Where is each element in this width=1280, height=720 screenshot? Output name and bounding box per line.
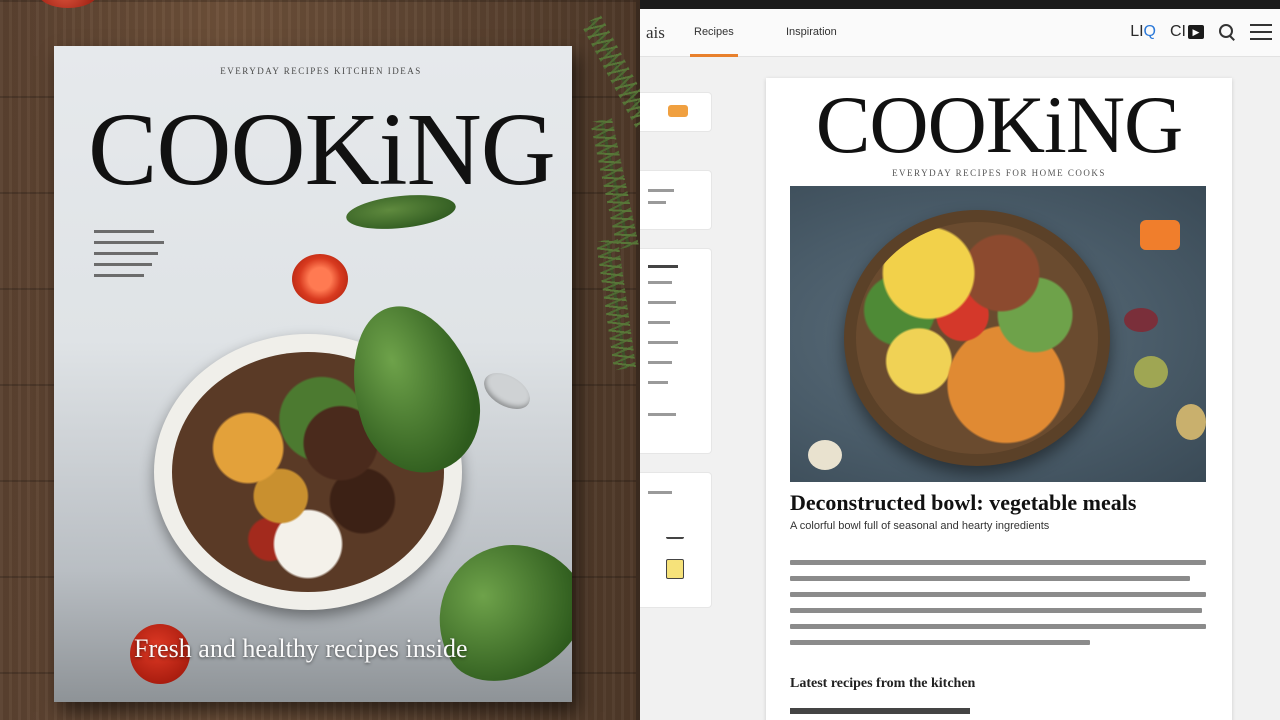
- body-text-line: [790, 576, 1190, 581]
- magazine-caption: Fresh and healthy recipes inside: [134, 634, 468, 663]
- body-text-line: [790, 608, 1202, 613]
- article-subheadline: A colorful bowl full of seasonal and hea…: [790, 520, 1050, 532]
- body-text-line: [790, 640, 1090, 645]
- magazine-title: COOKiNG: [88, 92, 556, 207]
- tab-inspiration[interactable]: Inspiration: [786, 26, 837, 38]
- window-top-bar: [640, 0, 1280, 9]
- tab-recipes[interactable]: Recipes: [690, 26, 738, 57]
- article-card: COOKiNG EVERYDAY RECIPES FOR HOME COOKS …: [766, 78, 1232, 720]
- hamburger-menu-icon[interactable]: [1250, 24, 1272, 40]
- rosemary-sprig-image: [600, 119, 630, 248]
- spoon-image: [477, 365, 537, 417]
- play-icon: ▶: [1188, 24, 1204, 39]
- side-card[interactable]: [640, 472, 712, 608]
- body-text-line: [790, 624, 1206, 629]
- article-title: COOKiNG: [815, 79, 1184, 170]
- magazine-sidebar-text: [94, 230, 204, 285]
- rosemary-sprig-image: [606, 239, 628, 369]
- decorative-pebble: [808, 440, 842, 470]
- magazine-cover: EVERYDAY RECIPES KITCHEN IDEAS COOKiNG F…: [54, 46, 572, 702]
- side-card[interactable]: [640, 92, 712, 132]
- article-headline[interactable]: Deconstructed bowl: vegetable meals: [790, 490, 1220, 516]
- header-link[interactable]: LIQ: [1130, 23, 1156, 41]
- document-icon: [666, 559, 684, 579]
- plate-image: [844, 210, 1110, 466]
- article-tagline: EVERYDAY RECIPES FOR HOME COOKS: [892, 168, 1106, 178]
- section-heading[interactable]: Latest recipes from the kitchen: [790, 676, 975, 692]
- decorative-pebble: [1176, 404, 1206, 440]
- hero-badge: [1140, 220, 1180, 250]
- header-actions: LIQ CI ▶: [1130, 23, 1272, 41]
- chef-icon: [666, 519, 684, 539]
- site-header: ais Recipes Inspiration LIQ CI ▶: [640, 9, 1280, 57]
- decorative-pebble: [1124, 308, 1158, 332]
- wooden-table-photo: EVERYDAY RECIPES KITCHEN IDEAS COOKiNG F…: [0, 0, 650, 720]
- body-text-line: [790, 592, 1206, 597]
- header-link[interactable]: CI ▶: [1170, 23, 1204, 41]
- tag-chip: [668, 105, 688, 117]
- side-card[interactable]: [640, 248, 712, 454]
- tomato-image: [38, 0, 98, 8]
- magazine-tagline: EVERYDAY RECIPES KITCHEN IDEAS: [220, 66, 422, 76]
- body-text-line: [790, 560, 1206, 565]
- site-logo[interactable]: ais: [646, 23, 665, 43]
- section-heading-line: [790, 708, 970, 714]
- side-card[interactable]: [640, 170, 712, 230]
- tomato-slice-image: [292, 254, 348, 304]
- decorative-pebble: [1134, 356, 1168, 388]
- hero-food-image[interactable]: [790, 186, 1206, 482]
- search-icon[interactable]: [1218, 23, 1236, 41]
